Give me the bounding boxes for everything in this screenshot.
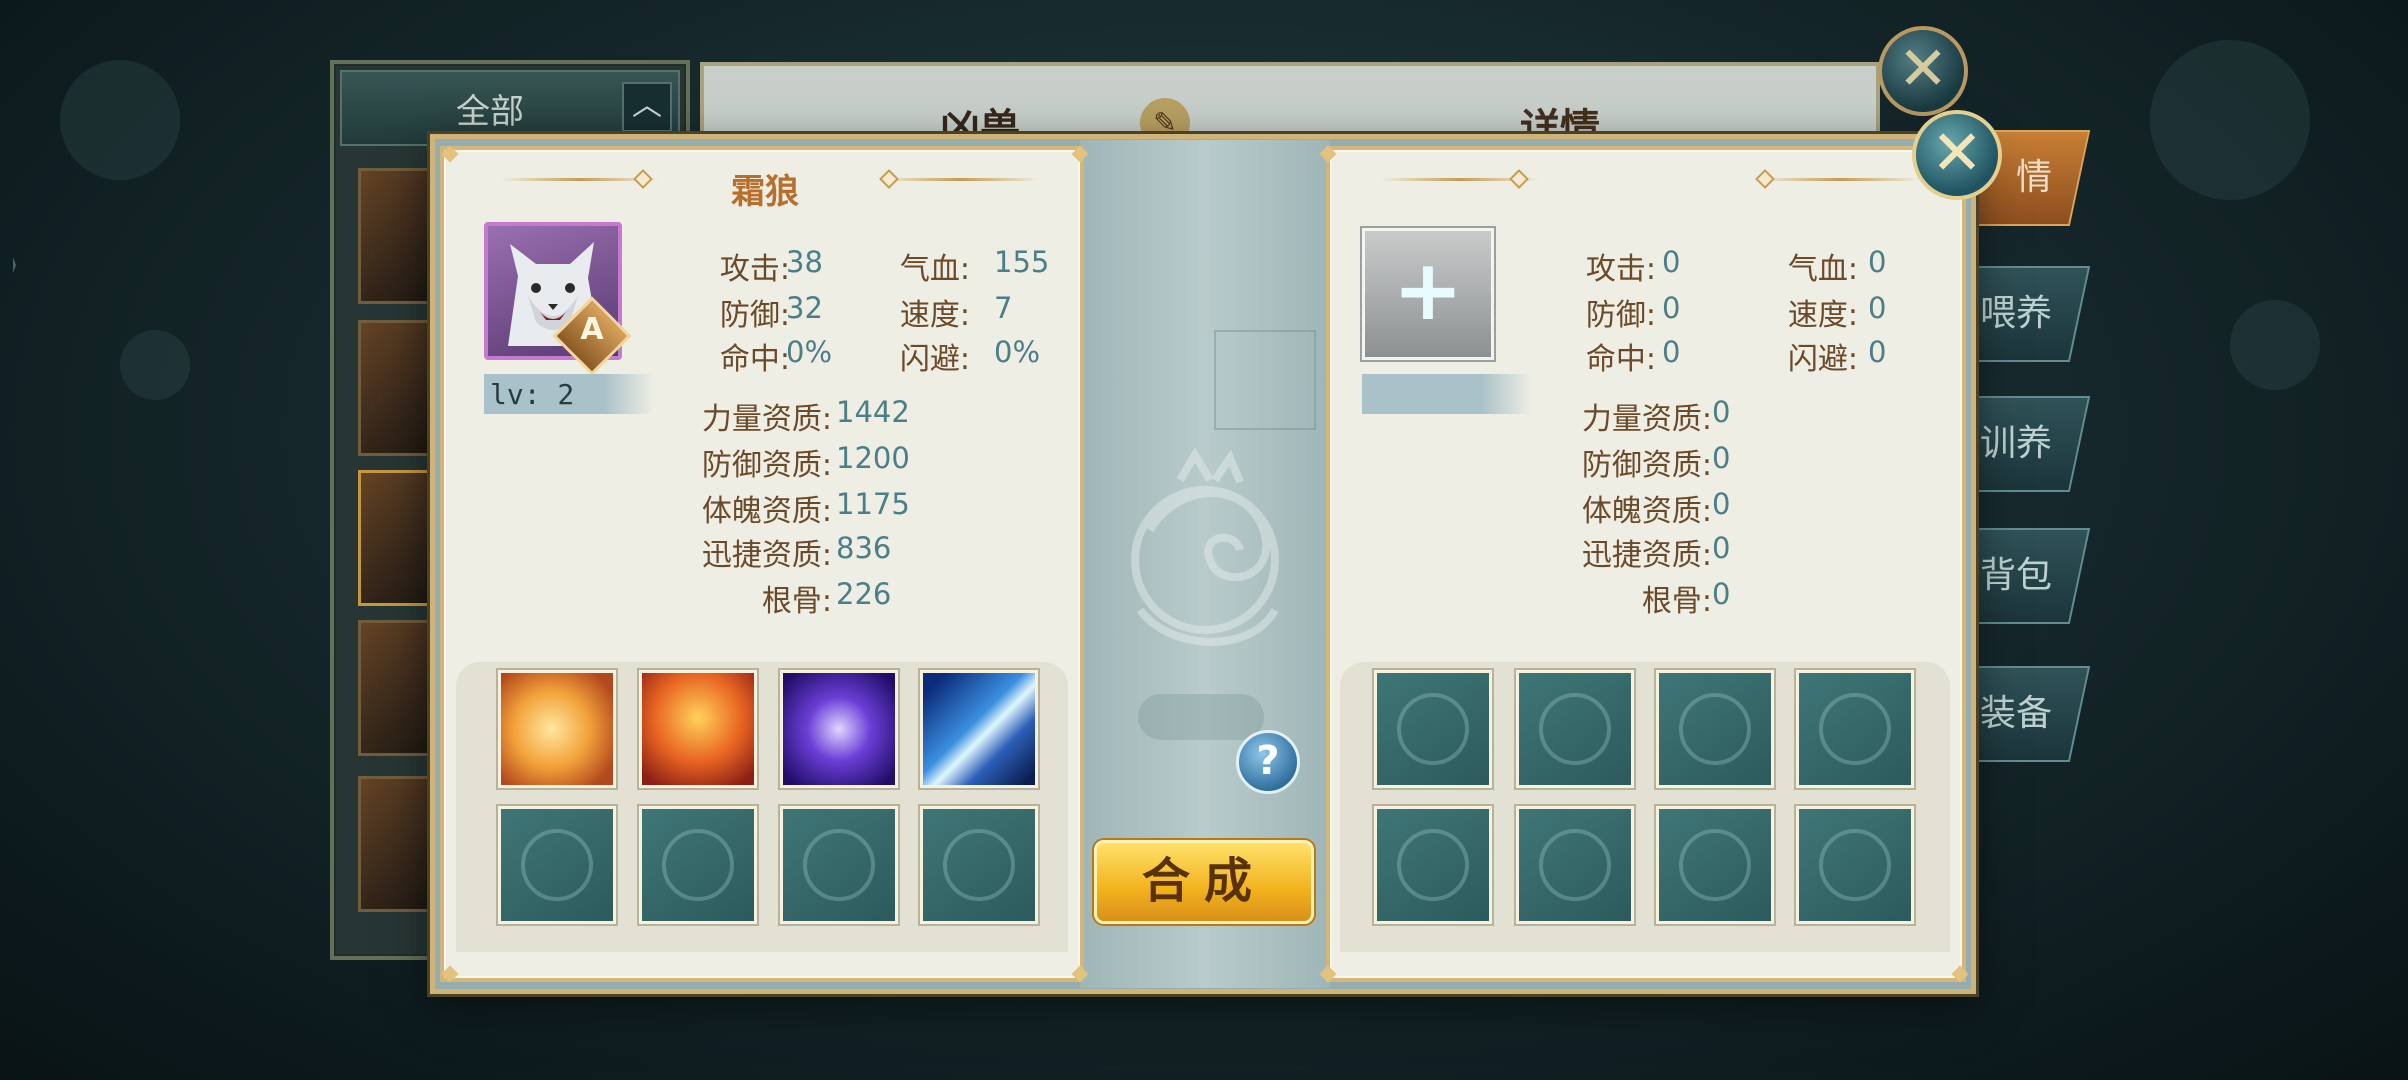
aptitude-strength-label: 力量资质: (1581, 402, 1712, 437)
stat-attack-label: 攻击: (1585, 252, 1656, 287)
skill-slot-emblem-icon (1397, 693, 1469, 765)
skill-slot-emblem-icon (662, 829, 734, 901)
close-icon[interactable]: ✕ (1912, 110, 2002, 200)
stat-attack-label: 攻击: (719, 252, 790, 287)
empty-skill-slot[interactable] (1374, 670, 1492, 788)
stat-hp-value: 0 (1868, 245, 1887, 279)
empty-skill-slot[interactable] (780, 806, 898, 924)
aptitude-root-value: 226 (836, 577, 892, 611)
stat-speed-label: 速度: (1787, 298, 1858, 333)
empty-skill-slot[interactable] (1656, 670, 1774, 788)
aptitude-agility-value: 0 (1712, 531, 1731, 565)
skill-slot-emblem-icon (1539, 693, 1611, 765)
aptitude-strength-value: 0 (1712, 395, 1731, 429)
empty-skill-slot[interactable] (1516, 806, 1634, 924)
stat-dodge-label: 闪避: (1787, 342, 1858, 377)
compose-button[interactable]: 合成 (1094, 840, 1314, 924)
lightning-blade-skill-icon[interactable] (920, 670, 1038, 788)
aptitude-physique-value: 1175 (836, 487, 910, 521)
aptitude-defense-label: 防御资质: (701, 448, 832, 483)
stat-speed-label: 速度: (899, 298, 970, 333)
aptitude-physique-label: 体魄资质: (1581, 494, 1712, 529)
skill-slot-emblem-icon (943, 829, 1015, 901)
empty-skill-slot[interactable] (498, 806, 616, 924)
stat-defense-label: 防御: (719, 298, 790, 333)
empty-skill-slot[interactable] (1516, 670, 1634, 788)
aptitude-defense-label: 防御资质: (1581, 448, 1712, 483)
stat-hit-value: 0 (1662, 335, 1681, 369)
add-pet-button[interactable]: + (1362, 228, 1494, 360)
pet-name: 霜狼 (731, 172, 799, 212)
empty-skill-slot[interactable] (920, 806, 1038, 924)
aptitude-agility-label: 迅捷资质: (1581, 538, 1712, 573)
aptitude-defense-value: 1200 (836, 441, 910, 475)
stat-dodge-value: 0% (994, 335, 1041, 369)
stat-defense-value: 0 (1662, 291, 1681, 325)
aptitude-physique-value: 0 (1712, 487, 1731, 521)
skill-slot-emblem-icon (803, 829, 875, 901)
stat-attack-value: 0 (1662, 245, 1681, 279)
stat-hit-label: 命中: (1585, 342, 1656, 377)
stat-dodge-label: 闪避: (899, 342, 970, 377)
dragon-emblem-icon (1131, 447, 1279, 646)
skill-slot-emblem-icon (1397, 829, 1469, 901)
skill-slot-emblem-icon (1819, 829, 1891, 901)
title-ornament (880, 178, 1040, 181)
aptitude-root-value: 0 (1712, 577, 1731, 611)
aptitude-agility-value: 836 (836, 531, 892, 565)
aptitude-defense-value: 0 (1712, 441, 1731, 475)
plus-icon: + (1392, 241, 1464, 339)
help-button[interactable]: ? (1236, 730, 1300, 794)
grade-letter: A (580, 312, 604, 347)
stat-hp-value: 155 (994, 245, 1050, 279)
stat-hit-label: 命中: (719, 342, 790, 377)
stat-hp-label: 气血: (1787, 252, 1858, 287)
aptitude-agility-label: 迅捷资质: (701, 538, 832, 573)
background-pill (1138, 694, 1264, 740)
aptitude-strength-value: 1442 (836, 395, 910, 429)
stat-dodge-value: 0 (1868, 335, 1887, 369)
stat-attack-value: 38 (786, 245, 823, 279)
golden-lion-skill-icon[interactable] (498, 670, 616, 788)
skill-slot-emblem-icon (521, 829, 593, 901)
stat-speed-value: 7 (994, 291, 1013, 325)
empty-skill-slot[interactable] (639, 806, 757, 924)
flame-burst-skill-icon[interactable] (639, 670, 757, 788)
aptitude-strength-label: 力量资质: (701, 402, 832, 437)
aptitude-root-label: 根骨: (1641, 584, 1712, 619)
aptitude-physique-label: 体魄资质: (701, 494, 832, 529)
aptitude-root-label: 根骨: (761, 584, 832, 619)
skill-slot-emblem-icon (1819, 693, 1891, 765)
void-slash-skill-icon[interactable] (780, 670, 898, 788)
stat-defense-value: 32 (786, 291, 823, 325)
stat-hit-value: 0% (786, 335, 833, 369)
stat-defense-label: 防御: (1585, 298, 1656, 333)
background-frame (1214, 330, 1316, 430)
skill-slot-emblem-icon (1679, 829, 1751, 901)
stat-hp-label: 气血: (899, 252, 970, 287)
empty-skill-slot[interactable] (1796, 670, 1914, 788)
empty-skill-slot[interactable] (1374, 806, 1492, 924)
skill-slot-emblem-icon (1539, 829, 1611, 901)
stat-speed-value: 0 (1868, 291, 1887, 325)
pet-level: lv: 2 (490, 378, 575, 411)
empty-skill-slot[interactable] (1796, 806, 1914, 924)
empty-skill-slot[interactable] (1656, 806, 1774, 924)
title-ornament (1760, 178, 1920, 181)
skill-slot-emblem-icon (1679, 693, 1751, 765)
